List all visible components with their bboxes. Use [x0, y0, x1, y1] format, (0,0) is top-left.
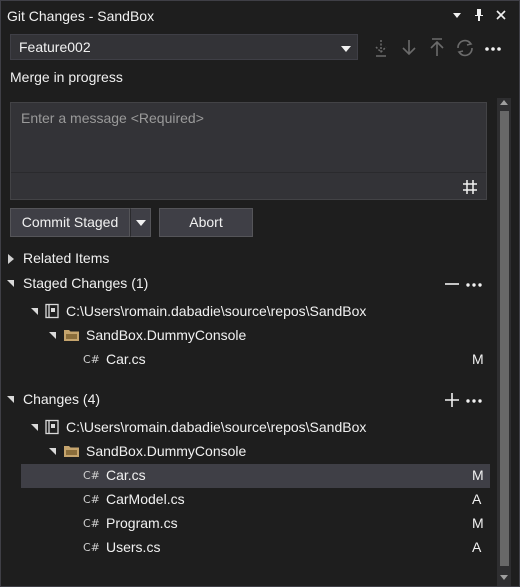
csharp-file-icon: C# [83, 469, 100, 482]
window-title: Git Changes - SandBox [7, 8, 155, 24]
file-status: A [472, 491, 482, 507]
staged-file-row[interactable]: C# Car.cs M [1, 348, 491, 372]
repository-icon [44, 303, 60, 319]
expanded-triangle-icon [31, 424, 38, 431]
commit-message-input[interactable]: Enter a message <Required> [10, 102, 487, 200]
abort-button[interactable]: Abort [159, 208, 253, 237]
pull-icon[interactable] [398, 37, 420, 59]
branch-dropdown[interactable]: Feature002 [10, 34, 358, 60]
push-icon[interactable] [426, 37, 448, 59]
folder-icon [63, 444, 80, 458]
changes-file-row[interactable]: C# Car.cs M [21, 464, 490, 488]
file-status: M [472, 515, 484, 531]
related-items-label: Related Items [23, 250, 110, 266]
sync-icon[interactable] [454, 37, 476, 59]
close-icon[interactable] [493, 6, 509, 24]
changes-file-name: Program.cs [106, 515, 178, 531]
changes-label: Changes (4) [23, 391, 101, 407]
repository-icon [44, 419, 60, 435]
more-icon[interactable] [464, 390, 484, 410]
staged-changes-section[interactable]: Staged Changes (1) [1, 272, 491, 296]
more-icon[interactable] [482, 37, 504, 59]
file-status: M [472, 351, 484, 367]
changes-repo-path: C:\Users\romain.dabadie\source\repos\San… [66, 419, 367, 435]
pin-icon[interactable] [471, 6, 487, 24]
file-status: M [472, 467, 484, 483]
hash-icon[interactable] [460, 177, 480, 197]
expanded-triangle-icon [7, 280, 14, 287]
related-items-section[interactable]: Related Items [1, 247, 491, 271]
expanded-triangle-icon [49, 448, 56, 455]
file-status: A [472, 539, 482, 555]
changes-file-row[interactable]: C# Users.cs A [1, 536, 491, 560]
changes-file-name: CarModel.cs [106, 491, 185, 507]
stage-all-icon[interactable] [442, 390, 462, 410]
changes-project-name: SandBox.DummyConsole [86, 443, 247, 459]
expanded-triangle-icon [49, 332, 56, 339]
scrollbar-thumb[interactable] [500, 111, 509, 566]
changes-project-row[interactable]: SandBox.DummyConsole [1, 440, 491, 464]
csharp-file-icon: C# [83, 541, 100, 554]
staged-changes-label: Staged Changes (1) [23, 275, 149, 291]
divider [11, 172, 486, 173]
unstage-all-icon[interactable] [442, 274, 462, 294]
chevron-right-icon [8, 254, 14, 264]
csharp-file-icon: C# [83, 517, 100, 530]
commit-staged-button[interactable]: Commit Staged [10, 208, 130, 237]
title-bar: Git Changes - SandBox [1, 1, 519, 31]
changes-file-row[interactable]: C# CarModel.cs A [1, 488, 491, 512]
scroll-down-icon[interactable] [500, 575, 508, 580]
staged-project-row[interactable]: SandBox.DummyConsole [1, 324, 491, 348]
folder-icon [63, 328, 80, 342]
staged-project-name: SandBox.DummyConsole [86, 327, 247, 343]
more-icon[interactable] [464, 274, 484, 294]
csharp-file-icon: C# [83, 353, 100, 366]
chevron-down-icon [136, 220, 146, 226]
scroll-up-icon[interactable] [500, 100, 508, 105]
csharp-file-icon: C# [83, 493, 100, 506]
fetch-icon[interactable] [370, 37, 392, 59]
staged-repo-path: C:\Users\romain.dabadie\source\repos\San… [66, 303, 367, 319]
changes-file-row[interactable]: C# Program.cs M [1, 512, 491, 536]
commit-message-placeholder: Enter a message <Required> [21, 110, 204, 126]
changes-section[interactable]: Changes (4) [1, 388, 491, 412]
commit-options-button[interactable] [130, 208, 151, 237]
changes-repo-row[interactable]: C:\Users\romain.dabadie\source\repos\San… [1, 416, 491, 440]
merge-status: Merge in progress [10, 69, 123, 85]
expanded-triangle-icon [7, 396, 14, 403]
changes-file-name: Car.cs [106, 467, 146, 483]
staged-file-name: Car.cs [106, 351, 146, 367]
changes-file-name: Users.cs [106, 539, 161, 555]
chevron-down-icon [341, 46, 351, 52]
dropdown-arrow-icon[interactable] [449, 6, 465, 24]
staged-repo-row[interactable]: C:\Users\romain.dabadie\source\repos\San… [1, 300, 491, 324]
expanded-triangle-icon [31, 308, 38, 315]
git-changes-panel: Git Changes - SandBox Feature002 Merge i… [0, 0, 520, 587]
branch-name: Feature002 [19, 39, 91, 55]
